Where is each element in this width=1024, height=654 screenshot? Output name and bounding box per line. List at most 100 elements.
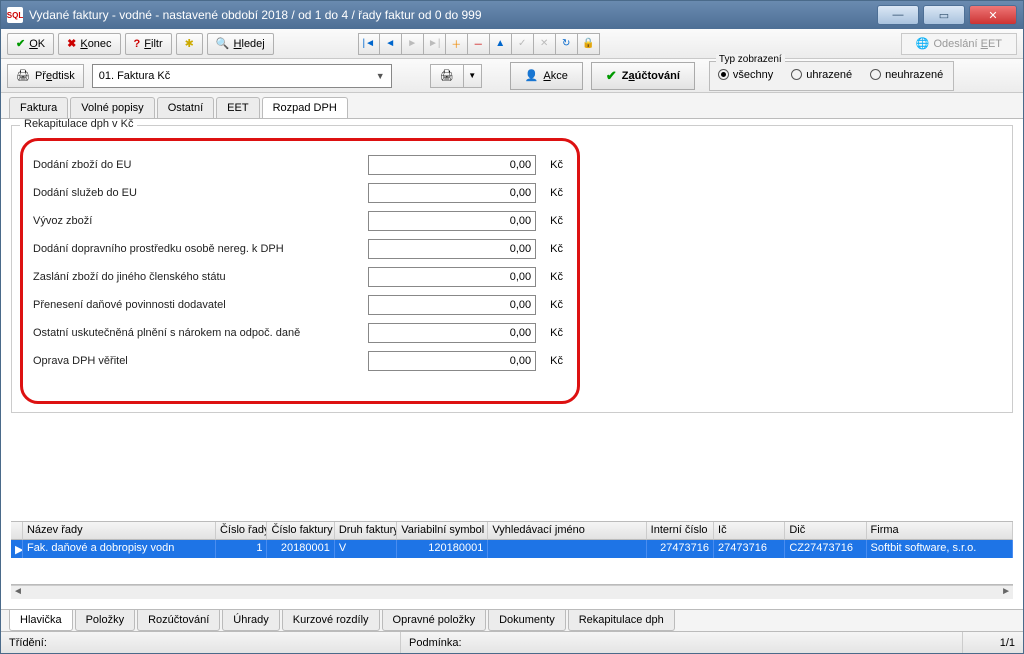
unit-label: Kč — [550, 355, 563, 367]
nav-last-icon[interactable]: ►| — [424, 33, 446, 55]
predtisk-button[interactable]: 🖨Předtisk — [7, 64, 84, 88]
tab-rekapitulace-dph-lower[interactable]: Rekapitulace dph — [568, 610, 675, 631]
maximize-button[interactable]: ▭ — [923, 5, 965, 25]
person-icon: 👤 — [525, 69, 539, 82]
column-header[interactable]: Interní číslo — [647, 522, 714, 540]
nav-up-icon[interactable]: ▲ — [490, 33, 512, 55]
print-button[interactable]: 🖨 — [430, 64, 464, 88]
nav-confirm-icon[interactable]: ✓ — [512, 33, 534, 55]
rekap-row: Dodání dopravního prostředku osobě nereg… — [33, 239, 563, 259]
column-header[interactable]: Dič — [785, 522, 866, 540]
tabs-lower: Hlavička Položky Rozúčtování Úhrady Kurz… — [1, 609, 1023, 631]
rekap-row: Dodání služeb do EUKč — [33, 183, 563, 203]
cell[interactable]: Fak. daňové a dobropisy vodn — [23, 540, 216, 558]
column-header[interactable]: Variabilní symbol — [397, 522, 488, 540]
tab-uhrady[interactable]: Úhrady — [222, 610, 279, 631]
tab-faktura[interactable]: Faktura — [9, 97, 68, 118]
unit-label: Kč — [550, 299, 563, 311]
app-icon: SQL — [7, 7, 23, 23]
column-header[interactable]: Vyhledávací jméno — [488, 522, 646, 540]
hledej-button[interactable]: 🔍Hledej — [207, 33, 274, 55]
zauctovani-button[interactable]: ✔Zaúčtování — [591, 62, 695, 90]
tab-hlavicka[interactable]: Hlavička — [9, 610, 73, 631]
rekap-input[interactable] — [368, 239, 536, 259]
rekap-row: Zaslání zboží do jiného členského státuK… — [33, 267, 563, 287]
nav-cancel-icon[interactable]: ✕ — [534, 33, 556, 55]
predtisk-combo[interactable]: 01. Faktura Kč ▼ — [92, 64, 392, 88]
unit-label: Kč — [550, 271, 563, 283]
radio-vsechny[interactable]: všechny — [718, 69, 773, 81]
close-button[interactable]: ✕ — [969, 5, 1017, 25]
minimize-button[interactable]: — — [877, 5, 919, 25]
print-dropdown[interactable]: ▼ — [464, 64, 482, 88]
cell[interactable]: CZ27473716 — [785, 540, 866, 558]
column-header[interactable]: Číslo řady — [216, 522, 268, 540]
nav-prev-icon[interactable]: ◄ — [380, 33, 402, 55]
akce-button[interactable]: 👤Akce — [510, 62, 583, 90]
nav-remove-icon[interactable]: － — [468, 33, 490, 55]
cell[interactable]: 1 — [216, 540, 268, 558]
invoice-grid[interactable]: Název řadyČíslo řadyČíslo fakturyDruh fa… — [11, 521, 1013, 585]
rekap-input[interactable] — [368, 323, 536, 343]
nav-next-icon[interactable]: ► — [402, 33, 424, 55]
tab-volne-popisy[interactable]: Volné popisy — [70, 97, 154, 118]
unit-label: Kč — [550, 327, 563, 339]
konec-button[interactable]: ✖Konec — [58, 33, 120, 55]
tabs-upper: Faktura Volné popisy Ostatní EET Rozpad … — [1, 93, 1023, 119]
window-controls: — ▭ ✕ — [877, 5, 1017, 25]
tab-dokumenty[interactable]: Dokumenty — [488, 610, 566, 631]
rekap-label: Oprava DPH věřitel — [33, 355, 368, 367]
unit-label: Kč — [550, 215, 563, 227]
tab-rozuctovani[interactable]: Rozúčtování — [137, 610, 220, 631]
column-header[interactable]: Druh faktury — [335, 522, 397, 540]
rekap-input[interactable] — [368, 211, 536, 231]
column-header[interactable]: Název řady — [23, 522, 216, 540]
eet-button[interactable]: 🌐Odeslání EET — [901, 33, 1017, 55]
star-button[interactable]: ✱ — [176, 33, 203, 55]
rekap-input[interactable] — [368, 183, 536, 203]
rekapitulace-legend: Rekapitulace dph v Kč — [20, 119, 137, 130]
tab-eet[interactable]: EET — [216, 97, 259, 118]
rekapitulace-fieldset: Rekapitulace dph v Kč Dodání zboží do EU… — [11, 125, 1013, 413]
filtr-button[interactable]: ?Filtr — [125, 33, 172, 55]
nav-first-icon[interactable]: |◄ — [358, 33, 380, 55]
statusbar: Třídění: Podmínka: 1/1 — [1, 631, 1023, 653]
tab-opravne-polozky[interactable]: Opravné položky — [382, 610, 487, 631]
grid-scrollbar[interactable]: ◄► — [11, 585, 1013, 599]
grid-header: Název řadyČíslo řadyČíslo fakturyDruh fa… — [11, 522, 1013, 540]
cell[interactable]: V — [335, 540, 397, 558]
record-nav: |◄ ◄ ► ►| ＋ － ▲ ✓ ✕ ↻ 🔒 — [358, 33, 600, 55]
app-window: SQL Vydané faktury - vodné - nastavené o… — [0, 0, 1024, 654]
tab-polozky[interactable]: Položky — [75, 610, 136, 631]
ok-button[interactable]: ✔OOKK — [7, 33, 54, 55]
nav-refresh-icon[interactable]: ↻ — [556, 33, 578, 55]
unit-label: Kč — [550, 159, 563, 171]
nav-lock-icon[interactable]: 🔒 — [578, 33, 600, 55]
column-header[interactable]: Ič — [714, 522, 785, 540]
radio-uhrazene[interactable]: uhrazené — [791, 69, 852, 81]
tab-kurzove-rozdily[interactable]: Kurzové rozdíly — [282, 610, 380, 631]
nav-add-icon[interactable]: ＋ — [446, 33, 468, 55]
cell[interactable]: 27473716 — [647, 540, 714, 558]
cell[interactable]: 120180001 — [397, 540, 488, 558]
tab-rozpad-dph[interactable]: Rozpad DPH — [262, 97, 348, 118]
column-header[interactable]: Číslo faktury — [267, 522, 334, 540]
rekap-input[interactable] — [368, 295, 536, 315]
printer-icon: 🖨 — [16, 69, 30, 82]
radio-neuhrazene[interactable]: neuhrazené — [870, 69, 943, 81]
combo-value: 01. Faktura Kč — [99, 70, 171, 82]
typ-legend: Typ zobrazení — [716, 54, 785, 65]
cell[interactable]: 20180001 — [267, 540, 334, 558]
rekap-input[interactable] — [368, 155, 536, 175]
cell[interactable]: 27473716 — [714, 540, 785, 558]
rekap-row: Ostatní uskutečněná plnění s nárokem na … — [33, 323, 563, 343]
rekap-input[interactable] — [368, 267, 536, 287]
cell[interactable] — [488, 540, 646, 558]
column-header[interactable]: Firma — [867, 522, 1013, 540]
rekap-label: Přenesení daňové povinnosti dodavatel — [33, 299, 368, 311]
rekap-label: Ostatní uskutečněná plnění s nárokem na … — [33, 327, 368, 339]
table-row[interactable]: ▶Fak. daňové a dobropisy vodn120180001V1… — [11, 540, 1013, 558]
tab-ostatni[interactable]: Ostatní — [157, 97, 214, 118]
rekap-input[interactable] — [368, 351, 536, 371]
cell[interactable]: Softbit software, s.r.o. — [867, 540, 1013, 558]
